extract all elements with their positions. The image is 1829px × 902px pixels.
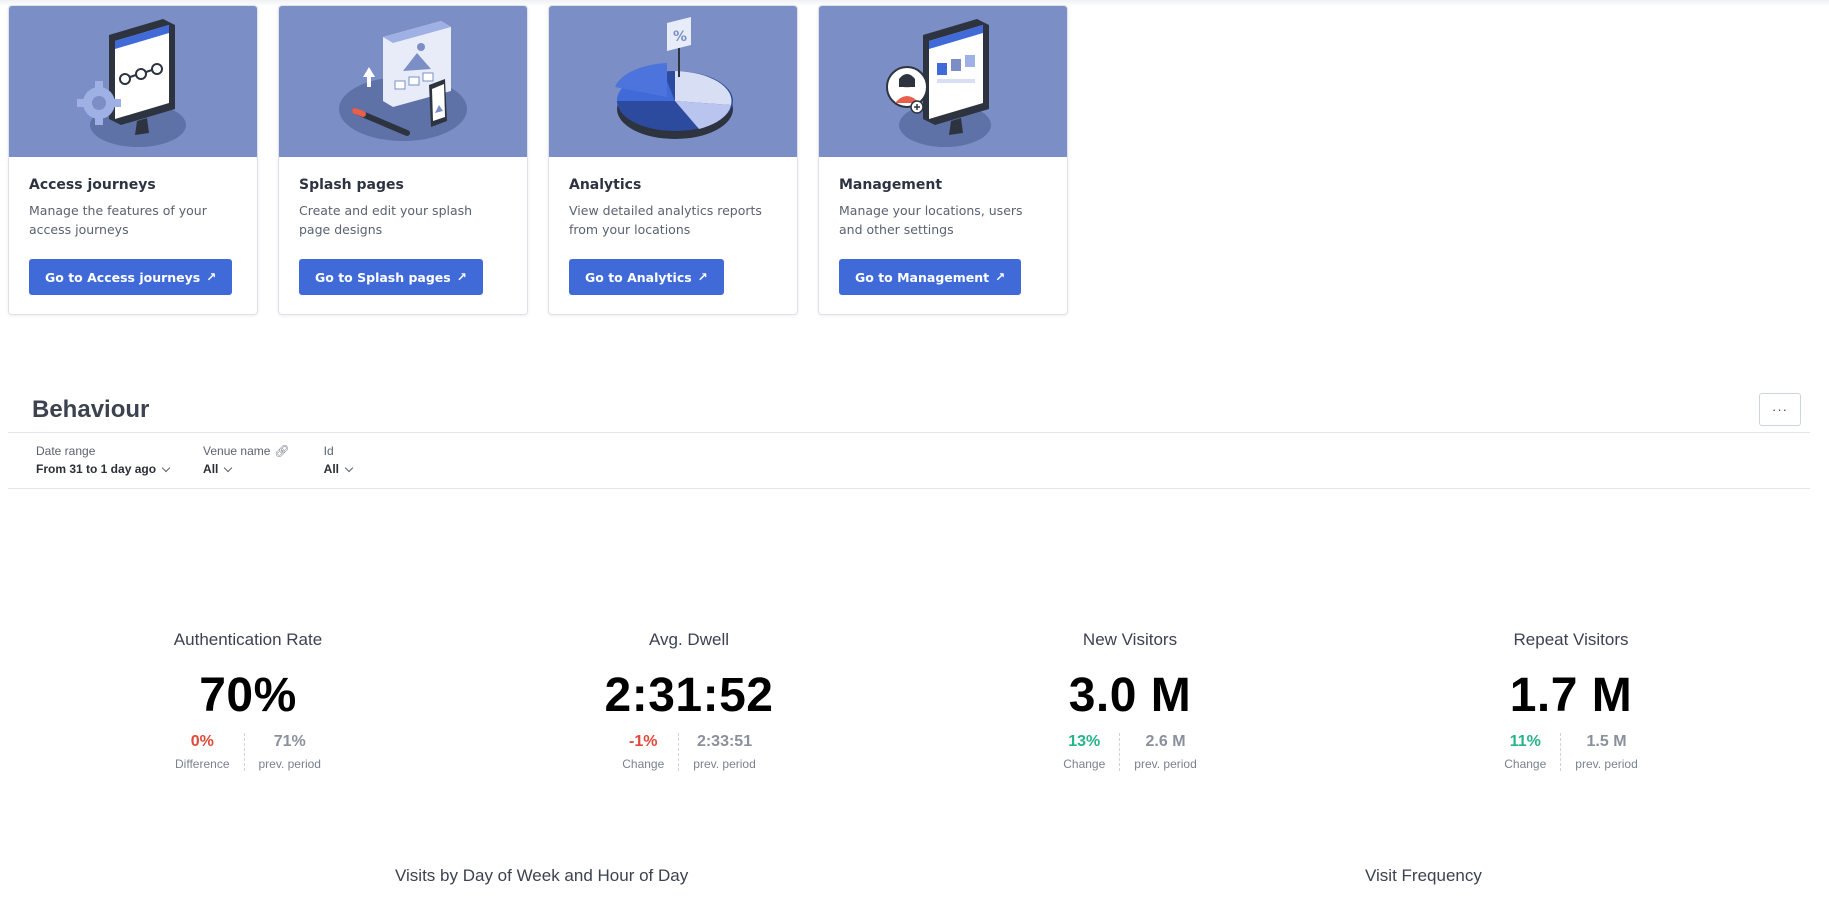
card-description: Manage your locations, users and other s…: [839, 203, 1023, 237]
kpi-prev: 71%: [273, 733, 306, 750]
filter-id: Id All: [323, 444, 354, 476]
kpi-authentication-rate: Authentication Rate 70% 0% Difference 71…: [98, 630, 398, 771]
kpi-prev-label: prev. period: [693, 757, 756, 771]
button-label: Go to Splash pages: [315, 269, 451, 285]
go-to-access-journeys-button[interactable]: Go to Access journeys ↗: [29, 259, 233, 295]
external-arrow-icon: ↗: [697, 270, 708, 284]
kpi-title: Repeat Visitors: [1513, 630, 1629, 649]
pie-chart-illustration: %: [615, 16, 733, 139]
external-arrow-icon: ↗: [206, 270, 217, 284]
button-label: Go to Analytics: [585, 269, 692, 285]
card-description: Manage the features of your access journ…: [29, 203, 207, 237]
visits-by-day-title: Visits by Day of Week and Hour of Day: [395, 866, 689, 885]
kpi-value: 2:31:52: [604, 669, 774, 722]
divider: [8, 432, 1810, 433]
kpi-title: Authentication Rate: [173, 630, 323, 649]
more-options-button[interactable]: ···: [1759, 393, 1801, 426]
button-label: Go to Management: [855, 269, 990, 285]
kpi-value: 3.0 M: [1068, 669, 1192, 722]
filter-bar: Date range From 31 to 1 day ago Venue na…: [36, 444, 354, 476]
id-dropdown[interactable]: All: [324, 462, 354, 476]
splash-design-illustration: [339, 20, 467, 141]
visit-frequency-title: Visit Frequency: [1365, 866, 1482, 885]
kpi-avg-dwell: Avg. Dwell 2:31:52 -1% Change 2:33:51 pr…: [539, 630, 839, 771]
venue-name-dropdown[interactable]: All: [203, 462, 290, 476]
card-title: Access journeys: [29, 177, 156, 193]
svg-text:%: %: [673, 29, 687, 45]
kpi-change-label: Change: [1504, 757, 1547, 771]
filter-venue-name: Venue name 🔗︎ All: [203, 444, 290, 476]
kpi-prev: 2:33:51: [696, 733, 753, 750]
chevron-down-icon: [161, 463, 171, 472]
kpi-change: -1%: [629, 733, 658, 750]
card-management: Management Manage your locations, users …: [818, 5, 1068, 315]
card-hero: [9, 6, 257, 157]
kpi-prev-label: prev. period: [258, 757, 321, 771]
journey-monitor-illustration: [77, 18, 186, 147]
filter-label: Date range: [36, 444, 96, 458]
card-title: Splash pages: [299, 177, 404, 193]
kpi-value: 1.7 M: [1509, 669, 1633, 722]
kpi-prev: 1.5 M: [1586, 733, 1627, 750]
filter-label: Venue name 🔗︎: [203, 444, 290, 458]
chevron-down-icon: [344, 463, 354, 472]
date-range-dropdown[interactable]: From 31 to 1 day ago: [36, 462, 171, 476]
external-arrow-icon: ↗: [456, 270, 467, 284]
kpi-prev-label: prev. period: [1575, 757, 1638, 771]
card-hero: [279, 6, 527, 157]
kpi-change: 13%: [1068, 733, 1101, 750]
feature-cards: Access journeys Manage the features of y…: [8, 5, 1068, 315]
card-splash-pages: Splash pages Create and edit your splash…: [278, 5, 528, 315]
kpi-new-visitors: New Visitors 3.0 M 13% Change 2.6 M prev…: [980, 630, 1280, 771]
filter-date-range: Date range From 31 to 1 day ago: [36, 444, 171, 476]
kpi-change-label: Difference: [175, 757, 230, 771]
card-hero: %: [549, 6, 797, 157]
card-description: Create and edit your splash page designs: [299, 203, 473, 237]
kpi-change: 11%: [1509, 733, 1541, 750]
button-label: Go to Access journeys: [45, 269, 201, 285]
management-monitor-illustration: [886, 18, 991, 147]
chevron-down-icon: [224, 463, 233, 472]
kpi-title: Avg. Dwell: [649, 630, 729, 649]
link-icon[interactable]: 🔗︎: [274, 444, 289, 458]
kpi-value: 70%: [199, 669, 297, 722]
kpi-change-label: Change: [622, 757, 665, 771]
go-to-analytics-button[interactable]: Go to Analytics ↗: [569, 259, 724, 295]
kpi-prev: 2.6 M: [1145, 733, 1186, 750]
card-access-journeys: Access journeys Manage the features of y…: [8, 5, 258, 315]
kpi-title: New Visitors: [1082, 630, 1178, 649]
go-to-splash-pages-button[interactable]: Go to Splash pages ↗: [299, 259, 483, 295]
kpi-prev-label: prev. period: [1134, 757, 1197, 771]
kpi-change-label: Change: [1063, 757, 1106, 771]
card-hero: [819, 6, 1067, 157]
card-analytics: % Analytics View detailed analytics repo…: [548, 5, 798, 315]
external-arrow-icon: ↗: [995, 270, 1006, 284]
section-title: Behaviour: [32, 396, 150, 423]
card-title: Management: [839, 177, 943, 193]
kpi-change: 0%: [190, 733, 214, 750]
divider: [8, 488, 1810, 489]
card-description: View detailed analytics reports from you…: [569, 203, 762, 237]
card-title: Analytics: [569, 177, 642, 193]
kpi-repeat-visitors: Repeat Visitors 1.7 M 11% Change 1.5 M p…: [1421, 630, 1721, 771]
filter-label: Id: [323, 444, 334, 458]
go-to-management-button[interactable]: Go to Management ↗: [839, 259, 1022, 295]
